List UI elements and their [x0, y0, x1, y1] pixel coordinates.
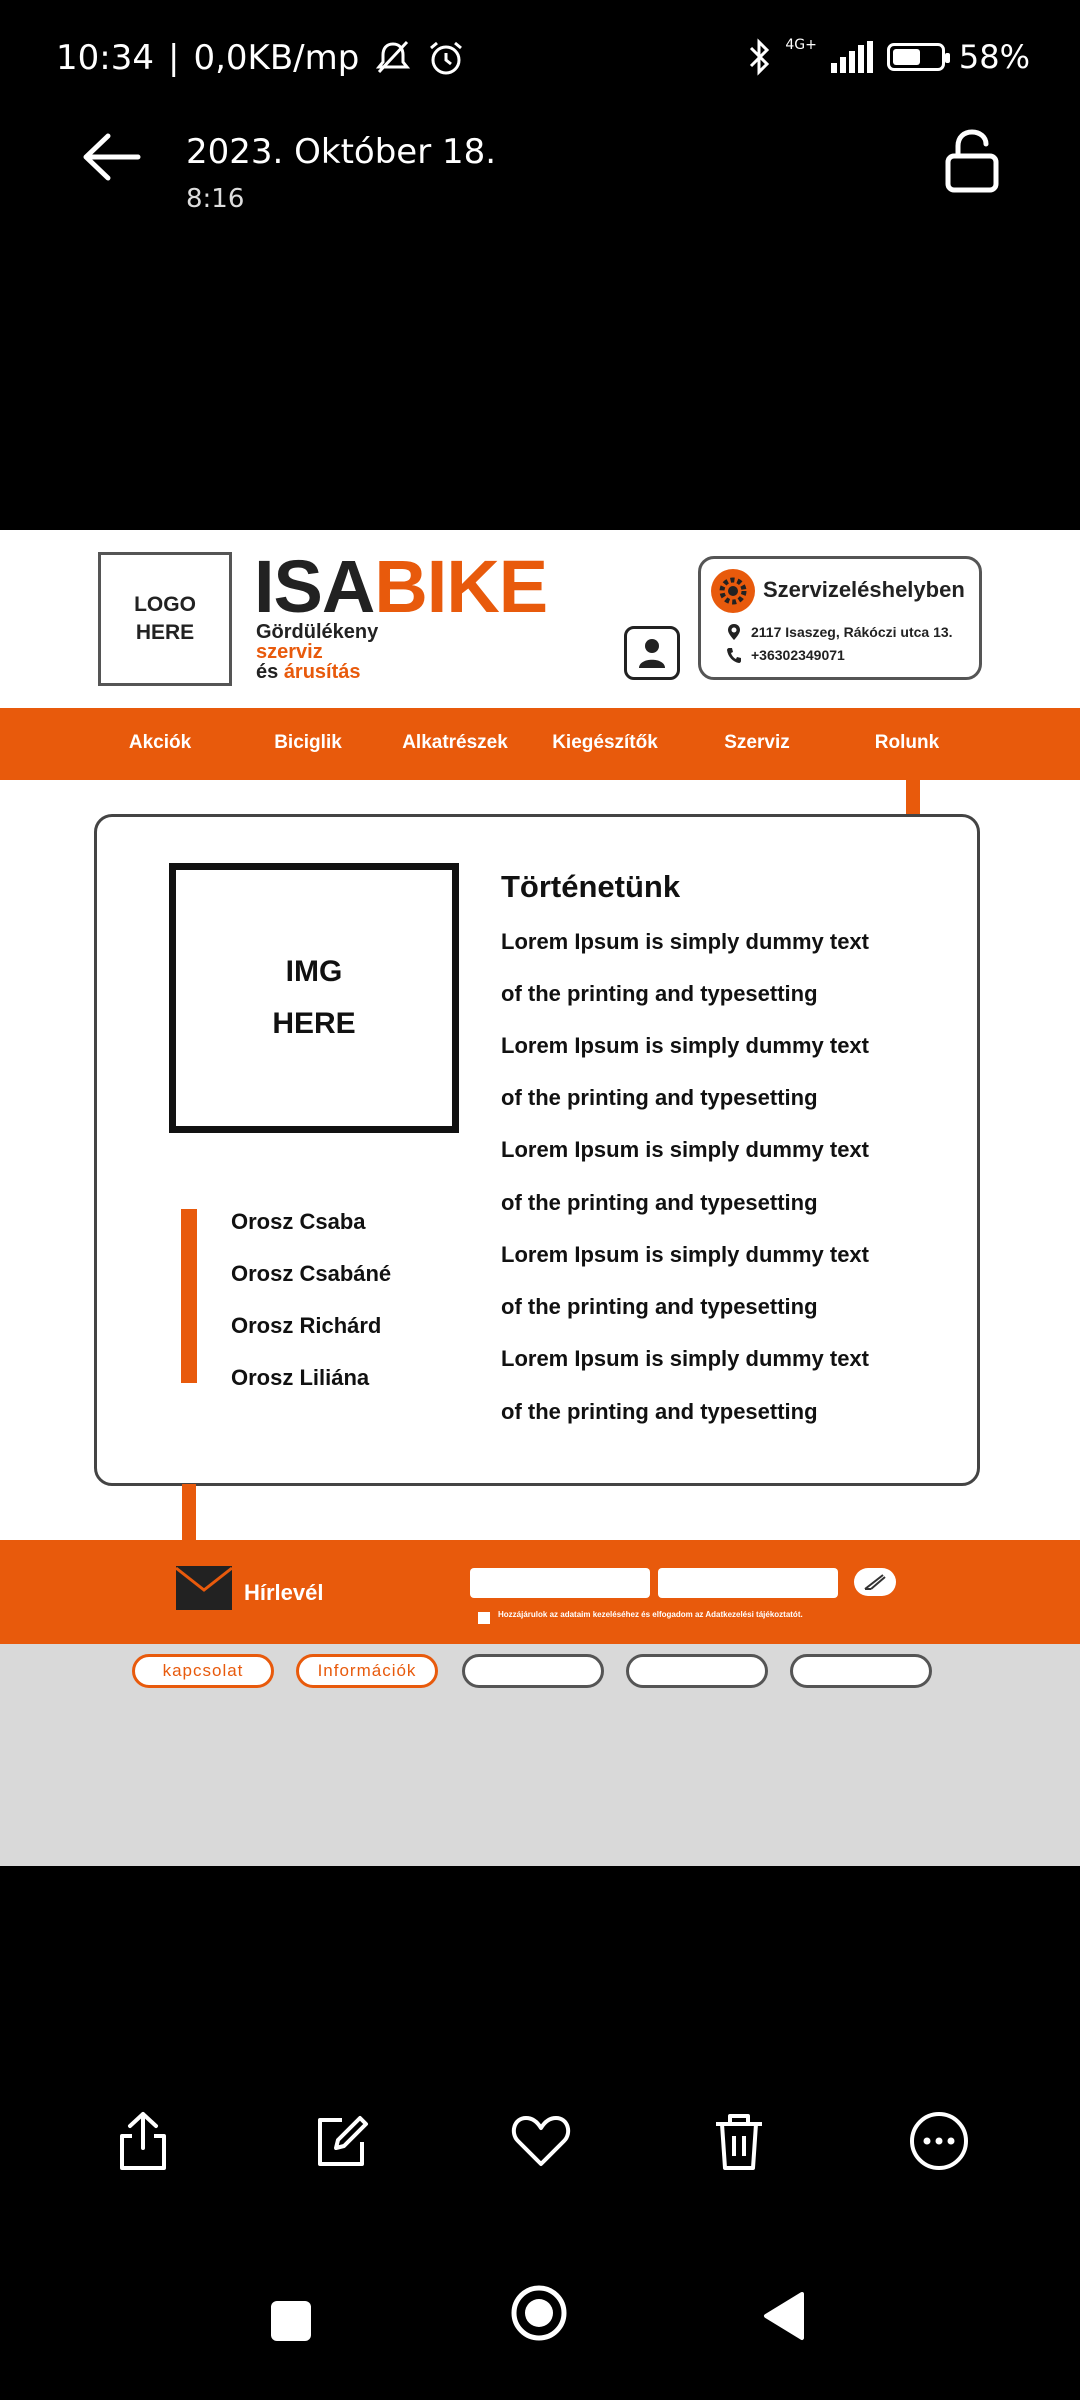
img-line1: IMG	[285, 955, 343, 988]
tagline: Gördülékeny szerviz és árusítás	[256, 622, 378, 682]
newsletter-email-field	[658, 1568, 838, 1598]
more-icon[interactable]	[906, 2108, 972, 2174]
gear-icon	[711, 569, 755, 613]
story-line: of the printing and typesetting	[501, 1294, 818, 1319]
delete-icon[interactable]	[706, 2108, 772, 2174]
mute-icon	[376, 40, 411, 74]
battery-icon	[886, 43, 950, 71]
nav-item-alkatreszek: Alkatrészek	[402, 732, 508, 753]
footer-links-area: kapcsolat Információk	[0, 1644, 1080, 1866]
user-icon	[639, 639, 665, 668]
team-member: Orosz Csaba	[231, 1209, 366, 1234]
consent-text: Hozzájárulok az adataim kezeléséhez és e…	[498, 1610, 803, 1619]
story-line: of the printing and typesetting	[501, 981, 818, 1006]
address-line: 2117 Isaszeg, Rákóczi utca 13.	[727, 623, 953, 641]
brand-part1: ISA	[254, 545, 375, 628]
story-line: Lorem Ipsum is simply dummy text	[501, 929, 869, 954]
logo-line1: LOGO	[134, 593, 196, 616]
tagline-3a: és	[256, 661, 279, 683]
story-line: of the printing and typesetting	[501, 1085, 818, 1110]
tagline-3b: árusítás	[283, 661, 361, 683]
status-left: 10:34 | 0,0KB/mp	[56, 38, 465, 78]
status-time: 10:34	[56, 38, 154, 78]
edit-icon[interactable]	[308, 2108, 374, 2174]
tagline-2: szerviz	[256, 641, 323, 663]
status-bar: 10:34 | 0,0KB/mp 4G+ 58%	[0, 0, 1080, 120]
newsletter-name-field	[470, 1568, 650, 1598]
team-member: Orosz Liliána	[231, 1365, 370, 1390]
team-member: Orosz Richárd	[231, 1313, 382, 1338]
story-line: Lorem Ipsum is simply dummy text	[501, 1242, 869, 1267]
footer-link-empty	[462, 1654, 604, 1688]
team-member: Orosz Csabáné	[231, 1261, 392, 1286]
send-icon	[864, 1574, 886, 1590]
newsletter-label: Hírlevél	[244, 1580, 324, 1605]
phone: +36302349071	[751, 647, 845, 663]
lock-icon[interactable]	[942, 128, 1002, 194]
img-line2: HERE	[272, 1007, 356, 1040]
address: 2117 Isaszeg, Rákóczi utca 13.	[751, 624, 953, 640]
footer-link-kapcsolat: kapcsolat	[132, 1654, 274, 1688]
tagline-3: és árusítás	[256, 662, 378, 682]
brand-title: ISABIKE	[254, 550, 548, 624]
footer-link-empty	[790, 1654, 932, 1688]
story-title: Történetünk	[501, 869, 681, 904]
favorite-icon[interactable]	[508, 2108, 574, 2174]
user-account-button	[624, 626, 680, 680]
story-line: Lorem Ipsum is simply dummy text	[501, 1033, 869, 1058]
story-line: Lorem Ipsum is simply dummy text	[501, 1346, 869, 1371]
bluetooth-icon	[750, 38, 770, 76]
battery-level	[892, 49, 920, 65]
brand-part2: BIKE	[374, 545, 548, 628]
nav-item-kiegeszitok: Kiegészítők	[552, 732, 658, 753]
share-icon[interactable]	[110, 2108, 176, 2174]
nav-item-akciok: Akciók	[128, 732, 192, 753]
alarm-icon	[430, 41, 463, 75]
photo-time: 8:16	[186, 184, 245, 214]
battery-percent: 58%	[958, 38, 1030, 76]
decor-connector	[906, 780, 920, 816]
service-info-box: Szervizeléshelyben 2117 Isaszeg, Rákóczi…	[698, 556, 982, 680]
logo-line2: HERE	[135, 621, 195, 644]
location-pin-icon	[728, 624, 740, 640]
newsletter-send-button	[854, 1568, 896, 1596]
network-speed: 0,0KB/mp	[193, 38, 360, 78]
phone-icon	[727, 648, 741, 663]
consent-checkbox	[478, 1612, 490, 1624]
mail-icon	[176, 1566, 232, 1610]
service-title: Szervizeléshelyben	[763, 577, 965, 602]
footer-link-informaciok: Információk	[296, 1654, 438, 1688]
nav-item-rolunk: Rolunk	[874, 732, 940, 753]
story-line: Lorem Ipsum is simply dummy text	[501, 1137, 869, 1162]
main-nav: Akciók Biciglik Alkatrészek Kiegészítők …	[0, 708, 1080, 780]
network-type: 4G+	[785, 37, 817, 53]
signal-icon	[830, 41, 873, 73]
back-nav-icon[interactable]	[760, 2290, 806, 2342]
story-line: of the printing and typesetting	[501, 1190, 818, 1215]
logo-placeholder: LOGO HERE	[98, 552, 232, 686]
image-placeholder: IMG HERE	[169, 863, 459, 1133]
nav-item-biciglik: Biciglik	[274, 732, 342, 753]
home-icon[interactable]	[510, 2284, 568, 2342]
newsletter-bar: Hírlevél Hozzájárulok az adataim kezelés…	[0, 1540, 1080, 1644]
story-card: IMG HERE Történetünk Lorem Ipsum is simp…	[94, 814, 980, 1486]
nav-item-szerviz: Szerviz	[724, 732, 790, 753]
back-arrow-icon[interactable]	[72, 124, 146, 190]
status-separator: |	[167, 38, 180, 78]
team-accent-bar	[181, 1209, 197, 1383]
recents-icon[interactable]	[268, 2298, 314, 2344]
photo-content: LOGO HERE ISABIKE Gördülékeny szerviz és…	[0, 530, 1080, 1866]
footer-link-empty	[626, 1654, 768, 1688]
photo-date: 2023. Október 18.	[186, 132, 497, 172]
story-line: of the printing and typesetting	[501, 1399, 818, 1424]
status-right: 4G+ 58%	[747, 37, 1030, 76]
tagline-1: Gördülékeny	[256, 621, 379, 643]
phone-line: +36302349071	[727, 647, 845, 663]
